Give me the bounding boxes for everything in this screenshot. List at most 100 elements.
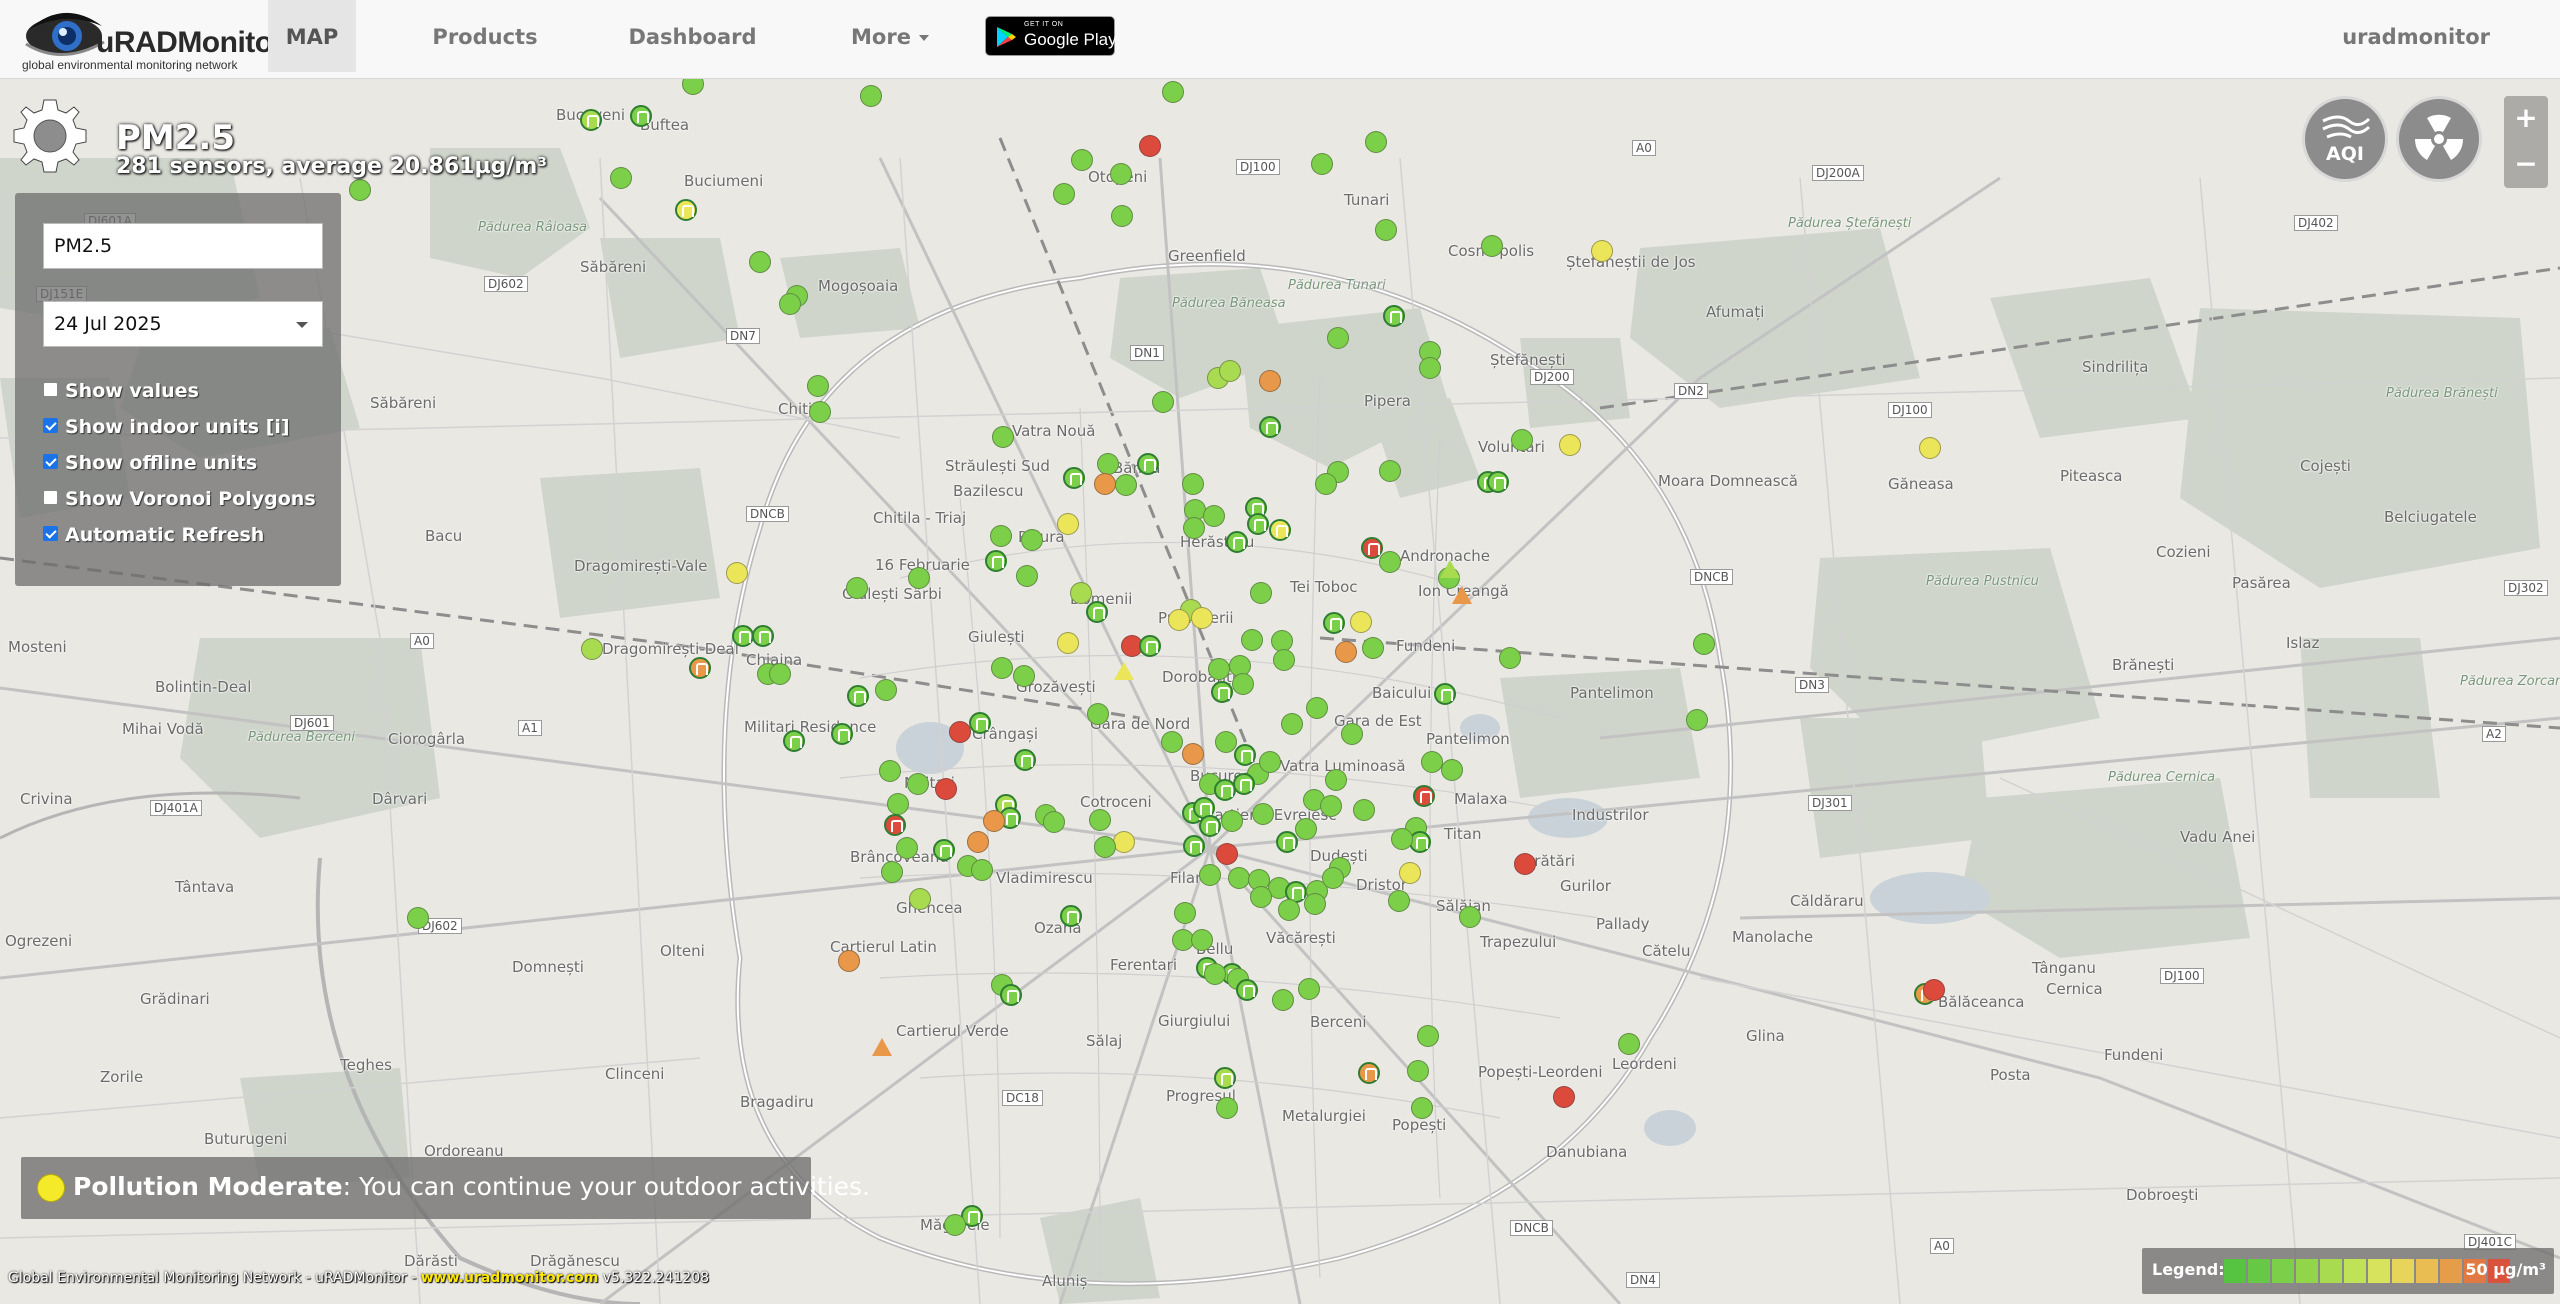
option-show-values[interactable]: Show values	[43, 377, 199, 405]
sensor-marker[interactable]	[1152, 391, 1174, 413]
indoor-sensor-marker[interactable]	[884, 814, 906, 836]
sensor-marker[interactable]	[1057, 632, 1079, 654]
sensor-marker[interactable]	[809, 401, 831, 423]
sensor-marker[interactable]	[1174, 902, 1196, 924]
indoor-sensor-marker[interactable]	[675, 199, 697, 221]
sensor-marker[interactable]	[875, 679, 897, 701]
sensor-marker[interactable]	[860, 85, 882, 107]
sensor-marker[interactable]	[1016, 565, 1038, 587]
sensor-marker[interactable]	[1388, 890, 1410, 912]
indoor-sensor-marker[interactable]	[1137, 453, 1159, 475]
sensor-marker[interactable]	[1053, 183, 1075, 205]
indoor-sensor-marker[interactable]	[1413, 785, 1435, 807]
sensor-marker[interactable]	[1693, 633, 1715, 655]
sensor-marker[interactable]	[1089, 809, 1111, 831]
sensor-marker[interactable]	[838, 950, 860, 972]
sensor-marker[interactable]	[1204, 963, 1226, 985]
indoor-sensor-marker[interactable]	[1276, 831, 1298, 853]
sensor-marker[interactable]	[1298, 978, 1320, 1000]
sensor-marker[interactable]	[1419, 357, 1441, 379]
indoor-sensor-marker[interactable]	[1259, 416, 1281, 438]
sensor-marker[interactable]	[1379, 551, 1401, 573]
indoor-sensor-marker[interactable]	[1323, 612, 1345, 634]
sensor-marker[interactable]	[1273, 649, 1295, 671]
indoor-sensor-marker[interactable]	[1247, 513, 1269, 535]
nav-dashboard[interactable]: Dashboard	[620, 0, 765, 72]
show-values-checkbox[interactable]	[43, 382, 58, 397]
sensor-marker[interactable]	[1216, 1097, 1238, 1119]
sensor-marker[interactable]	[1618, 1033, 1640, 1055]
sensor-marker[interactable]	[1322, 867, 1344, 889]
sensor-marker[interactable]	[1191, 607, 1213, 629]
sensor-marker[interactable]	[1591, 240, 1613, 262]
sensor-marker[interactable]	[1365, 131, 1387, 153]
sensor-marker[interactable]	[983, 810, 1005, 832]
indoor-sensor-marker[interactable]	[1183, 835, 1205, 857]
sensor-marker[interactable]	[1241, 629, 1263, 651]
sensor-marker[interactable]	[1320, 795, 1342, 817]
nav-map[interactable]: MAP	[268, 0, 356, 72]
option-show-voronoi[interactable]: Show Voronoi Polygons	[43, 485, 316, 513]
sensor-marker[interactable]	[1553, 1086, 1575, 1108]
sensor-marker[interactable]	[1341, 723, 1363, 745]
sensor-marker[interactable]	[1071, 149, 1093, 171]
show-offline-units-checkbox[interactable]	[43, 454, 58, 469]
zoom-out-button[interactable]: −	[2504, 142, 2548, 186]
sensor-marker[interactable]	[1057, 513, 1079, 535]
indoor-sensor-marker[interactable]	[1211, 681, 1233, 703]
sensor-marker[interactable]	[1919, 437, 1941, 459]
sensor-marker[interactable]	[971, 859, 993, 881]
sensor-marker[interactable]	[1250, 886, 1272, 908]
sensor-marker[interactable]	[1399, 862, 1421, 884]
sensor-marker[interactable]	[1252, 803, 1274, 825]
sensor-marker[interactable]	[1315, 473, 1337, 495]
indoor-sensor-marker[interactable]	[1086, 601, 1108, 623]
sensor-marker[interactable]	[1228, 867, 1250, 889]
sensor-marker[interactable]	[1421, 751, 1443, 773]
sensor-marker[interactable]	[1203, 505, 1225, 527]
sensor-marker[interactable]	[1094, 836, 1116, 858]
indoor-sensor-marker[interactable]	[1060, 905, 1082, 927]
sensor-marker[interactable]	[1182, 743, 1204, 765]
sensor-marker[interactable]	[1923, 979, 1945, 1001]
sensor-marker[interactable]	[1250, 582, 1272, 604]
sensor-marker[interactable]	[1168, 609, 1190, 631]
sensor-marker[interactable]	[1272, 989, 1294, 1011]
indoor-sensor-marker[interactable]	[1063, 467, 1085, 489]
indoor-sensor-marker[interactable]	[1199, 815, 1221, 837]
sensor-marker[interactable]	[992, 426, 1014, 448]
sensor-marker[interactable]	[1362, 637, 1384, 659]
indoor-sensor-marker[interactable]	[1139, 635, 1161, 657]
sensor-marker[interactable]	[1325, 769, 1347, 791]
indoor-sensor-marker[interactable]	[831, 723, 853, 745]
sensor-marker[interactable]	[1182, 473, 1204, 495]
sensor-marker[interactable]	[1417, 1025, 1439, 1047]
sensor-marker[interactable]	[935, 778, 957, 800]
sensor-marker[interactable]	[1327, 327, 1349, 349]
sensor-marker[interactable]	[908, 567, 930, 589]
indoor-sensor-marker[interactable]	[1214, 1067, 1236, 1089]
indoor-sensor-marker[interactable]	[1236, 979, 1258, 1001]
footer-website-link[interactable]: www.uradmonitor.com	[421, 1270, 599, 1286]
mobile-sensor-marker[interactable]	[1452, 586, 1472, 604]
sensor-marker[interactable]	[610, 167, 632, 189]
automatic-refresh-checkbox[interactable]	[43, 526, 58, 541]
sensor-marker[interactable]	[1304, 893, 1326, 915]
settings-gear-icon[interactable]	[6, 94, 94, 182]
metric-select[interactable]: PM2.5	[43, 223, 323, 269]
sensor-marker[interactable]	[1481, 235, 1503, 257]
sensor-marker[interactable]	[1441, 759, 1463, 781]
sensor-marker[interactable]	[1686, 709, 1708, 731]
sensor-marker[interactable]	[1295, 818, 1317, 840]
sensor-marker[interactable]	[1375, 219, 1397, 241]
sensor-marker[interactable]	[1013, 665, 1035, 687]
indoor-sensor-marker[interactable]	[580, 109, 602, 131]
sensor-marker[interactable]	[1199, 864, 1221, 886]
indoor-sensor-marker[interactable]	[847, 685, 869, 707]
sensor-marker[interactable]	[1514, 853, 1536, 875]
map-canvas[interactable]: BucoveniBufteaBuciumeniSăbăreniMogoșoaia…	[0, 78, 2560, 1304]
nav-user[interactable]: uradmonitor	[2342, 0, 2490, 72]
mobile-sensor-marker[interactable]	[872, 1038, 892, 1056]
indoor-sensor-marker[interactable]	[1487, 471, 1509, 493]
indoor-sensor-marker[interactable]	[783, 730, 805, 752]
